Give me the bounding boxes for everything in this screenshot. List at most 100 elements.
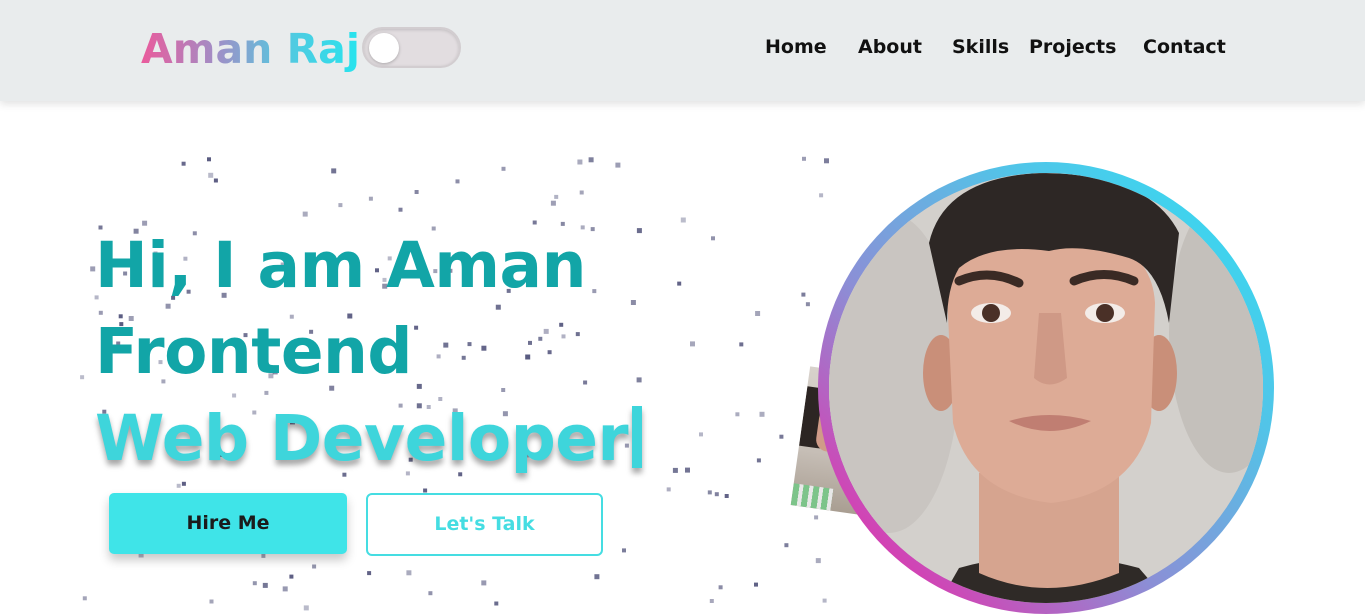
particle-dot bbox=[561, 334, 566, 339]
particle-dot bbox=[622, 548, 626, 553]
particle-dot bbox=[560, 221, 565, 226]
particle-dot bbox=[428, 591, 433, 596]
particle-dot bbox=[455, 179, 460, 184]
particle-dot bbox=[232, 393, 237, 398]
particle-dot bbox=[755, 311, 761, 316]
typed-text: Web Developer bbox=[95, 402, 629, 475]
particle-dot bbox=[824, 158, 829, 164]
particle-dot bbox=[672, 467, 678, 473]
particle-dot bbox=[543, 328, 549, 334]
typing-cursor bbox=[632, 406, 643, 468]
particle-dot bbox=[699, 432, 703, 437]
particle-dot bbox=[784, 543, 789, 548]
particle-dot bbox=[814, 515, 819, 520]
particle-dot bbox=[815, 558, 821, 564]
particle-dot bbox=[416, 383, 422, 389]
particle-dot bbox=[724, 494, 729, 498]
particle-dot bbox=[594, 574, 600, 580]
particle-dot bbox=[289, 574, 294, 579]
particle-dot bbox=[467, 342, 472, 347]
site-logo[interactable]: Aman Raj bbox=[141, 23, 360, 75]
particle-dot bbox=[414, 190, 419, 194]
particle-dot bbox=[759, 411, 765, 417]
particle-dot bbox=[481, 580, 487, 586]
nav-link-about[interactable]: About bbox=[858, 34, 922, 60]
particle-dot bbox=[590, 227, 595, 232]
theme-toggle[interactable] bbox=[362, 27, 461, 68]
particle-dot bbox=[443, 342, 449, 348]
particle-dot bbox=[181, 161, 186, 166]
particle-dot bbox=[501, 388, 506, 392]
particle-dot bbox=[312, 564, 317, 569]
particle-dot bbox=[368, 196, 373, 201]
nav-link-contact[interactable]: Contact bbox=[1143, 34, 1226, 60]
hire-me-button[interactable]: Hire Me bbox=[109, 493, 347, 554]
particle-dot bbox=[685, 467, 690, 473]
particle-dot bbox=[495, 304, 501, 310]
particle-dot bbox=[559, 322, 564, 327]
particle-dot bbox=[636, 377, 642, 383]
particle-dot bbox=[525, 354, 531, 360]
particle-dot bbox=[406, 570, 412, 576]
particle-dot bbox=[80, 375, 85, 380]
particle-dot bbox=[554, 194, 559, 199]
particle-dot bbox=[494, 601, 499, 606]
particle-dot bbox=[707, 490, 712, 495]
particle-dot bbox=[532, 220, 537, 225]
particle-dot bbox=[547, 350, 552, 355]
particle-dot bbox=[338, 203, 343, 208]
particle-dot bbox=[501, 166, 506, 171]
particle-dot bbox=[481, 345, 487, 351]
particle-dot bbox=[756, 458, 761, 463]
particle-dot bbox=[252, 581, 257, 586]
particle-dot bbox=[677, 281, 682, 286]
particle-dot bbox=[709, 599, 714, 603]
particle-dot bbox=[538, 336, 543, 341]
particle-dot bbox=[398, 207, 403, 212]
particle-dot bbox=[822, 598, 827, 603]
particle-dot bbox=[575, 332, 580, 337]
particle-dot bbox=[331, 168, 337, 174]
particle-dot bbox=[436, 354, 441, 359]
particle-dot bbox=[801, 292, 806, 297]
particle-dot bbox=[802, 156, 806, 161]
particle-dot bbox=[630, 300, 636, 305]
particle-dot bbox=[264, 390, 269, 395]
particle-dot bbox=[367, 571, 372, 576]
particle-dot bbox=[208, 172, 214, 178]
particle-dot bbox=[207, 157, 211, 162]
toggle-knob bbox=[369, 33, 399, 63]
profile-image-frame bbox=[818, 162, 1274, 614]
lets-talk-button[interactable]: Let's Talk bbox=[366, 493, 603, 556]
particle-dot bbox=[181, 481, 186, 486]
particle-dot bbox=[209, 599, 214, 604]
particle-dot bbox=[754, 582, 758, 587]
particle-dot bbox=[461, 355, 466, 360]
nav-link-home[interactable]: Home bbox=[765, 34, 827, 60]
particle-dot bbox=[636, 228, 642, 234]
particle-dot bbox=[579, 190, 584, 195]
particle-dot bbox=[739, 342, 744, 347]
particle-dot bbox=[583, 380, 588, 385]
particle-dot bbox=[735, 412, 740, 417]
particle-dot bbox=[718, 585, 723, 590]
particle-dot bbox=[779, 434, 784, 439]
navbar: Aman Raj Home About Skills Projects Cont… bbox=[0, 0, 1365, 101]
particle-dot bbox=[423, 488, 428, 493]
particle-dot bbox=[262, 582, 268, 588]
particle-dot bbox=[588, 157, 594, 163]
particle-dot bbox=[592, 289, 597, 294]
particle-dot bbox=[666, 487, 671, 492]
particle-dot bbox=[142, 220, 148, 226]
particle-dot bbox=[714, 492, 719, 497]
particle-dot bbox=[302, 211, 308, 217]
particle-dot bbox=[680, 217, 686, 223]
nav-link-skills[interactable]: Skills bbox=[952, 34, 1009, 60]
particle-dot bbox=[690, 341, 695, 347]
hero-role-prefix: Frontend bbox=[95, 315, 413, 388]
hero-greeting: Hi, I am Aman bbox=[95, 229, 586, 302]
nav-link-projects[interactable]: Projects bbox=[1029, 34, 1116, 60]
particle-dot bbox=[414, 325, 419, 330]
particle-dot bbox=[711, 236, 715, 241]
particle-dot bbox=[805, 302, 810, 307]
